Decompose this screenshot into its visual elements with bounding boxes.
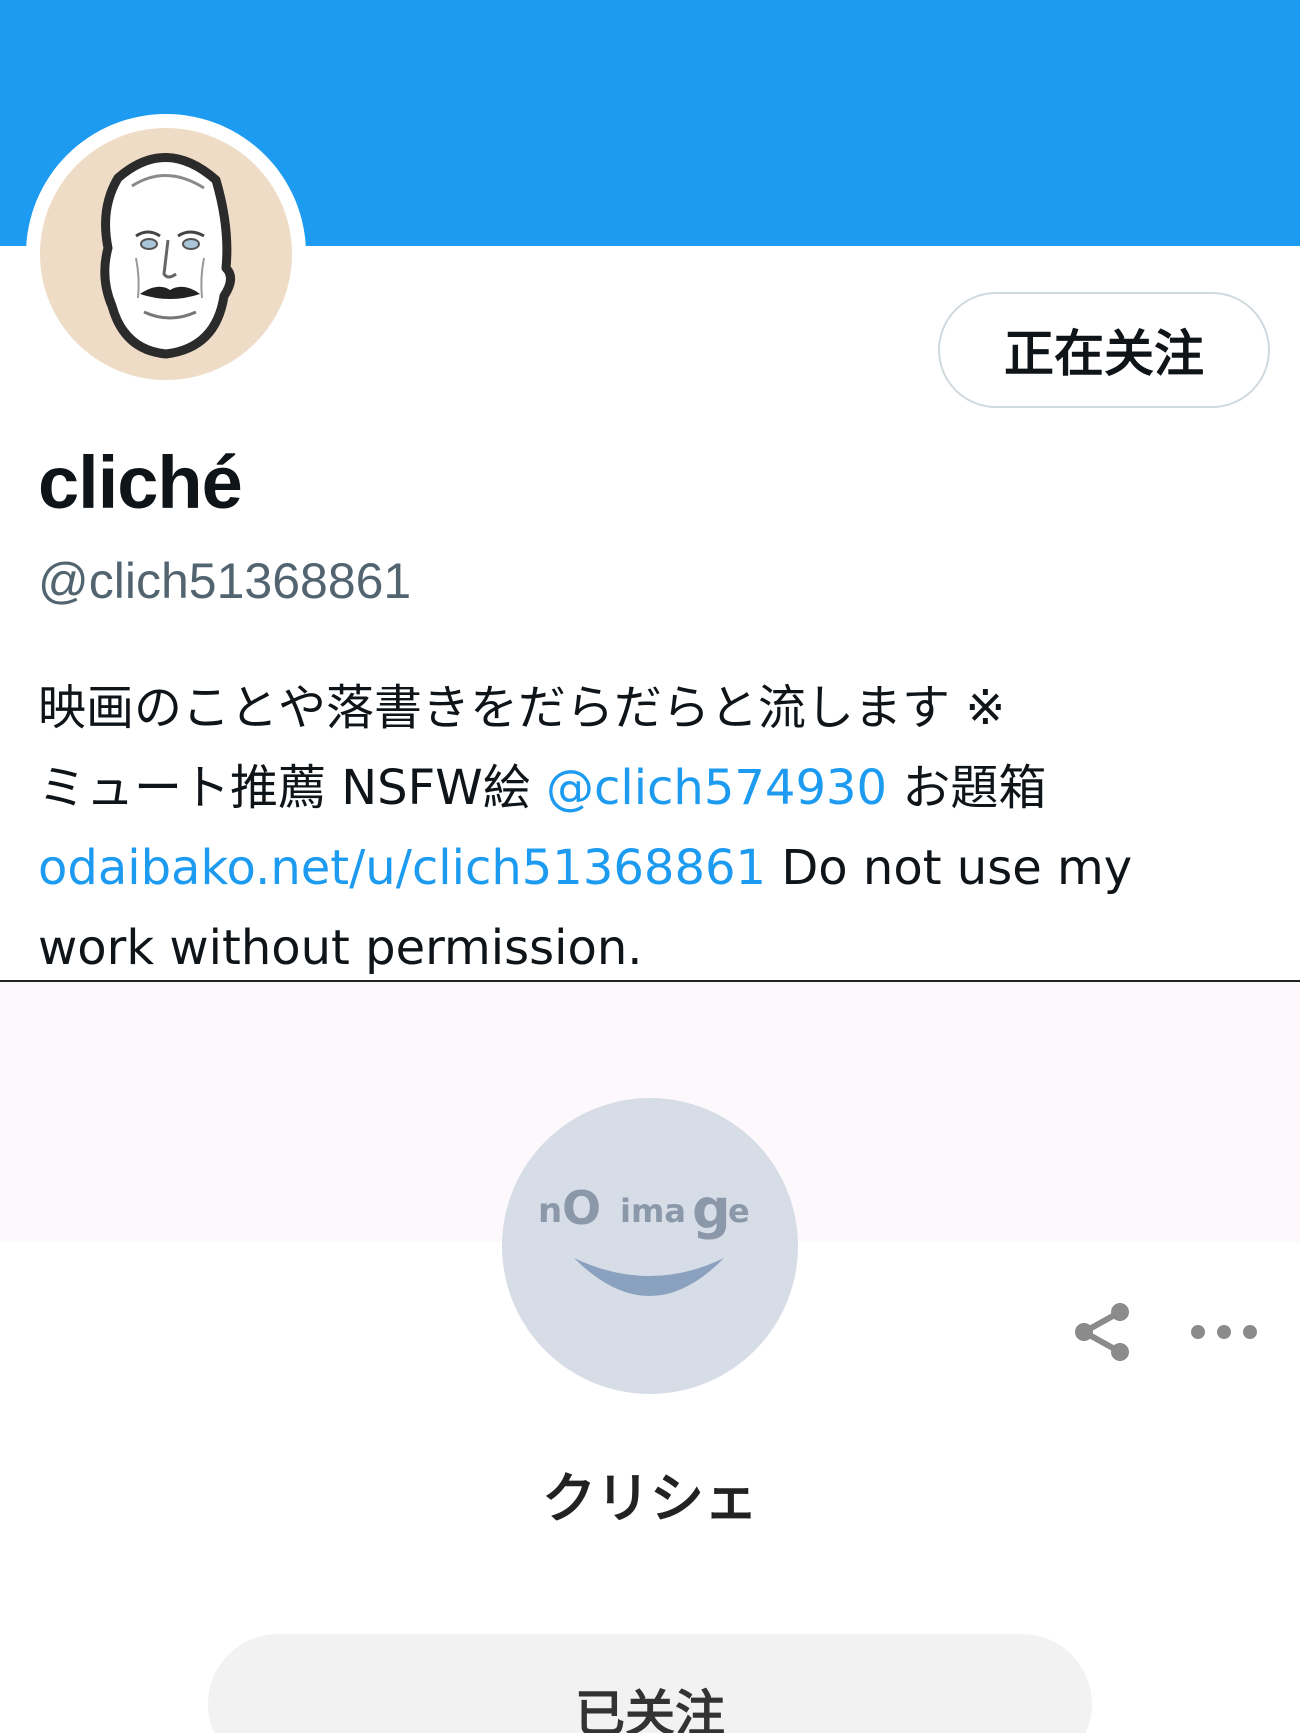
drawn-face-avatar-icon — [40, 128, 292, 380]
bio-text: Do not use my — [766, 840, 1133, 896]
bio-text: お題箱 — [887, 760, 1047, 816]
svg-text:e: e — [728, 1192, 750, 1230]
bio-text: ミュート推薦 NSFW絵 — [38, 760, 546, 816]
svg-text:ima: ima — [620, 1192, 686, 1230]
bio-line-1: 映画のことや落書きをだらだらと流します ※ — [38, 680, 1006, 736]
svg-text:n: n — [538, 1191, 562, 1231]
svg-text:g: g — [692, 1178, 731, 1241]
no-image-avatar: n O ima g e — [502, 1098, 798, 1394]
odaibako-display-name: クリシェ — [542, 1467, 758, 1530]
profile-handle: @clich51368861 — [38, 553, 412, 609]
bio-mention-link[interactable]: @clich574930 — [546, 760, 887, 816]
share-icon[interactable] — [1070, 1300, 1134, 1364]
more-icon[interactable] — [1188, 1310, 1260, 1354]
bio-line-2: ミュート推薦 NSFW絵 @clich574930 お題箱 — [38, 748, 1268, 828]
profile-display-name: cliché — [38, 441, 243, 524]
bio-line-3: odaibako.net/u/clich51368861 Do not use … — [38, 828, 1268, 908]
svg-text:O: O — [562, 1181, 601, 1235]
profile-avatar[interactable] — [26, 114, 306, 394]
bio-url-link[interactable]: odaibako.net/u/clich51368861 — [38, 840, 766, 896]
profile-bio: 映画のことや落書きをだらだらと流します ※ ミュート推薦 NSFW絵 @clic… — [38, 668, 1268, 988]
bio-line-4: work without permission. — [38, 920, 643, 976]
followed-button[interactable]: 已关注 — [208, 1634, 1092, 1733]
following-button[interactable]: 正在关注 — [938, 292, 1270, 408]
